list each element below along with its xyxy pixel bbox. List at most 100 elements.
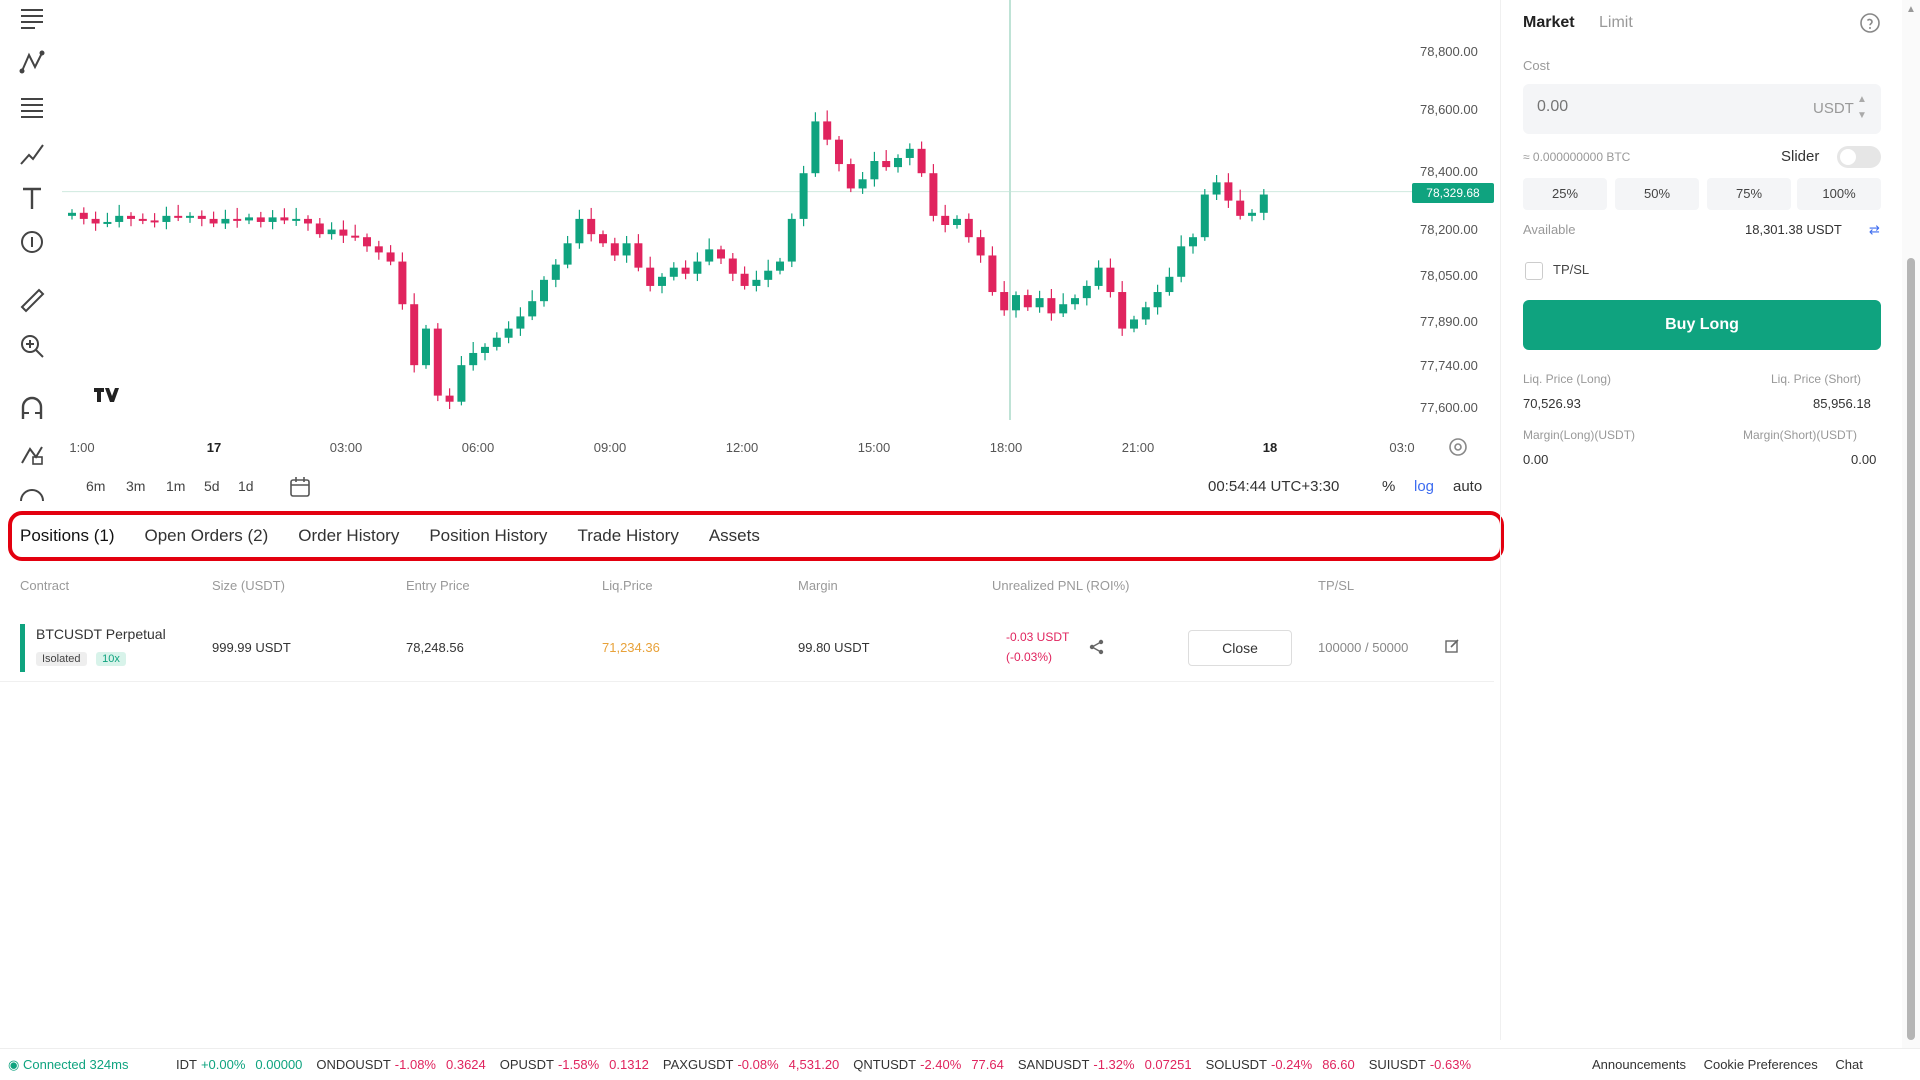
- zoom-in-icon[interactable]: [14, 328, 50, 364]
- candle-body: [351, 235, 360, 238]
- candle-body: [504, 328, 513, 338]
- ticker-change: -1.58%: [557, 1057, 600, 1072]
- candle-body: [233, 218, 242, 221]
- candle-body: [1000, 292, 1009, 311]
- page-scrollbar[interactable]: ▲: [1902, 0, 1920, 1060]
- tab-assets[interactable]: Assets: [709, 526, 760, 546]
- ticker-change: -0.08%: [737, 1057, 779, 1072]
- ticker-change: -1.08%: [394, 1057, 436, 1072]
- tab-trade-history[interactable]: Trade History: [577, 526, 678, 546]
- contract-tags: Isolated 10x: [36, 650, 132, 666]
- magnet-icon[interactable]: [14, 390, 50, 426]
- ticker-symbol[interactable]: ONDOUSDT: [316, 1057, 390, 1072]
- ticker-symbol[interactable]: SOLUSDT: [1206, 1057, 1267, 1072]
- candle-body: [386, 252, 395, 262]
- time-tick-label: 09:00: [593, 440, 627, 455]
- range-1m-button[interactable]: 1m: [166, 478, 185, 494]
- ticker-symbol[interactable]: IDT: [176, 1057, 197, 1072]
- range-5d-button[interactable]: 5d: [204, 478, 220, 494]
- trend-line-icon[interactable]: [14, 44, 50, 80]
- auto-scale-button[interactable]: auto: [1453, 478, 1482, 495]
- liq-long-label: Liq. Price (Long): [1523, 372, 1612, 386]
- column-header: Liq.Price: [602, 578, 653, 593]
- chevron-down-icon[interactable]: ▼: [1857, 108, 1871, 124]
- candle-body: [858, 179, 867, 189]
- tab-order-history[interactable]: Order History: [298, 526, 399, 546]
- scrollbar-thumb[interactable]: [1907, 258, 1915, 1040]
- order-type-market-tab[interactable]: Market: [1523, 14, 1575, 32]
- range-3m-button[interactable]: 3m: [126, 478, 145, 494]
- candle-body: [221, 218, 230, 224]
- tpsl-checkbox[interactable]: [1525, 262, 1543, 280]
- share-icon[interactable]: [1088, 638, 1106, 659]
- candle-body: [764, 270, 773, 280]
- slider-toggle[interactable]: [1837, 146, 1881, 168]
- ticker-symbol[interactable]: SUIUSDT: [1369, 1057, 1426, 1072]
- candle-body: [799, 173, 808, 219]
- candle-body: [292, 218, 301, 221]
- candle-body: [410, 304, 419, 366]
- candle-body: [398, 261, 407, 305]
- wifi-icon: ◉: [8, 1057, 23, 1072]
- candle-body: [469, 352, 478, 366]
- leverage-tag[interactable]: 10x: [96, 652, 126, 666]
- ticker-price: 77.64: [971, 1057, 1004, 1072]
- candlestick-chart[interactable]: [62, 0, 1494, 470]
- candle-body: [929, 173, 938, 216]
- ticker-symbol[interactable]: OPUSDT: [500, 1057, 554, 1072]
- range-6m-button[interactable]: 6m: [86, 478, 105, 494]
- menu-lines-icon[interactable]: [14, 0, 50, 36]
- percent-100-button[interactable]: 100%: [1797, 178, 1881, 210]
- chat-link[interactable]: Chat: [1835, 1057, 1862, 1072]
- ticker-change: -0.24%: [1271, 1057, 1313, 1072]
- candle-body: [492, 337, 501, 347]
- candle-body: [551, 264, 560, 280]
- candle-body: [740, 273, 749, 286]
- ticker-symbol[interactable]: PAXGUSDT: [663, 1057, 734, 1072]
- order-type-limit-tab[interactable]: Limit: [1599, 14, 1633, 32]
- ticker-change: -0.63%: [1429, 1057, 1472, 1072]
- lock-drawings-icon[interactable]: [14, 436, 50, 472]
- buy-long-button[interactable]: Buy Long: [1523, 300, 1881, 350]
- percent-25-button[interactable]: 25%: [1523, 178, 1607, 210]
- percent-50-button[interactable]: 50%: [1615, 178, 1699, 210]
- ruler-icon[interactable]: [14, 282, 50, 318]
- range-1d-button[interactable]: 1d: [238, 478, 254, 494]
- brush-icon[interactable]: [14, 136, 50, 172]
- time-tick-label: 1:00: [69, 440, 95, 455]
- price-chart[interactable]: 78,800.00 78,600.00 78,400.00 78,200.00 78,0…: [62, 0, 1494, 470]
- candle-body: [1236, 200, 1245, 216]
- edit-icon[interactable]: [1444, 638, 1460, 657]
- cookie-preferences-link[interactable]: Cookie Preferences: [1704, 1057, 1818, 1072]
- text-tool-icon[interactable]: [14, 180, 50, 216]
- cost-input[interactable]: [1537, 98, 1757, 116]
- tab-positions[interactable]: Positions (1): [20, 526, 114, 546]
- candle-body: [634, 243, 643, 268]
- chart-settings-icon[interactable]: [1447, 436, 1469, 458]
- ticker-price: 0.00000: [255, 1057, 303, 1072]
- close-position-button[interactable]: Close: [1188, 630, 1292, 666]
- ticker-symbol[interactable]: SANDUSDT: [1018, 1057, 1090, 1072]
- tab-open-orders[interactable]: Open Orders (2): [144, 526, 268, 546]
- entry-price: 78,248.56: [406, 640, 464, 655]
- cost-stepper[interactable]: ▲ ▼: [1857, 92, 1871, 126]
- candle-body: [1130, 319, 1138, 329]
- help-icon[interactable]: [1859, 12, 1881, 34]
- candle-body: [563, 243, 572, 265]
- ticker-symbol[interactable]: QNTUSDT: [853, 1057, 916, 1072]
- chevron-up-icon[interactable]: ▲: [1857, 92, 1871, 108]
- fib-retracement-icon[interactable]: [14, 90, 50, 126]
- percent-scale-button[interactable]: %: [1382, 478, 1395, 495]
- transfer-icon[interactable]: ⇄: [1869, 222, 1883, 237]
- tab-position-history[interactable]: Position History: [429, 526, 547, 546]
- candle-body: [1035, 298, 1044, 308]
- candle-body: [776, 261, 784, 271]
- eye-icon[interactable]: [14, 478, 50, 514]
- calendar-icon[interactable]: [287, 474, 313, 500]
- chart-toolbar-bottom: 6m 3m 1m 5d 1d 00:54:44 UTC+3:30 % log a…: [62, 470, 1494, 506]
- scroll-up-icon[interactable]: ▲: [1906, 4, 1916, 15]
- percent-75-button[interactable]: 75%: [1707, 178, 1791, 210]
- pattern-icon[interactable]: [14, 224, 50, 260]
- log-scale-button[interactable]: log: [1414, 478, 1434, 495]
- announcements-link[interactable]: Announcements: [1592, 1057, 1686, 1072]
